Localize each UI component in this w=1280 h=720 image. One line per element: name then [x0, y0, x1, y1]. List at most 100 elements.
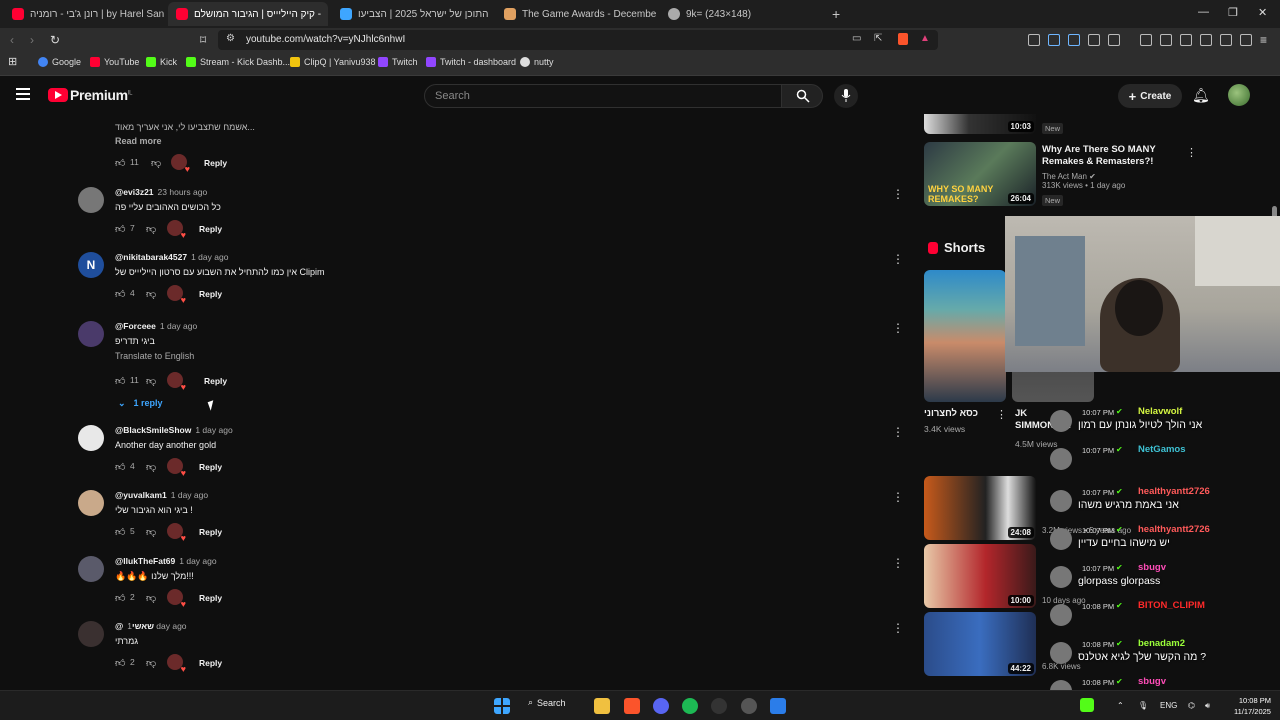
network-icon[interactable]: ⌬: [1188, 701, 1195, 710]
brave-browser-icon[interactable]: [624, 698, 640, 714]
dislike-icon[interactable]: 👎︎: [146, 461, 156, 473]
comment-time[interactable]: 1 day ago: [195, 425, 232, 435]
bookmark-twitch[interactable]: Twitch: [378, 57, 418, 67]
like-icon[interactable]: 👍︎: [115, 461, 125, 473]
microphone-tray-icon[interactable]: 🎙︎: [1138, 701, 1148, 710]
related-video[interactable]: WHY SO MANY REMAKES? 26:04 Why Are There …: [924, 142, 1280, 208]
file-explorer-icon[interactable]: [594, 698, 610, 714]
comment-more-icon[interactable]: ⋮: [892, 187, 904, 201]
comment-time[interactable]: 1 day ago: [160, 321, 197, 331]
chat-username[interactable]: healthyantt2726: [1138, 524, 1210, 535]
address-bar[interactable]: ⚙ youtube.com/watch?v=yNJhlc6nhwI ▭ ⇱ ▲: [218, 30, 938, 50]
like-icon[interactable]: 👍︎: [115, 592, 125, 604]
browser-tab[interactable]: רונן ג'בי - רומניה | by Harel Sandrusi: [4, 2, 164, 26]
comment-author[interactable]: @IlukTheFat69 1 day ago: [115, 556, 217, 566]
extension-icon[interactable]: [1108, 34, 1120, 46]
comment-time[interactable]: 23 hours ago: [158, 187, 208, 197]
chat-username[interactable]: benadam2: [1138, 638, 1185, 649]
dislike-icon[interactable]: 👎︎: [146, 657, 156, 669]
like-icon[interactable]: 👍︎: [115, 526, 125, 538]
youtube-logo-icon[interactable]: [48, 88, 68, 102]
commenter-avatar[interactable]: [78, 490, 104, 516]
dislike-icon[interactable]: 👎︎: [151, 157, 161, 169]
dislike-icon[interactable]: 👎︎: [146, 526, 156, 538]
comment-more-icon[interactable]: ⋮: [892, 425, 904, 439]
dislike-icon[interactable]: 👎︎: [146, 223, 156, 235]
commenter-avatar[interactable]: [78, 621, 104, 647]
bookmark-twitch-dashboard[interactable]: Twitch - dashboard: [426, 57, 516, 67]
comment-author[interactable]: @Forceee 1 day ago: [115, 321, 197, 331]
comment-author[interactable]: @nikitabarak4527 1 day ago: [115, 252, 228, 262]
like-icon[interactable]: 👍︎: [115, 288, 125, 300]
close-window-icon[interactable]: ✕: [1258, 6, 1267, 19]
commenter-avatar[interactable]: [78, 425, 104, 451]
taskbar-search[interactable]: ⌕ Search: [528, 697, 566, 708]
bookmark-clipq[interactable]: ClipQ | Yanivu938: [290, 57, 376, 67]
bookmark-kick-dashboard[interactable]: Stream - Kick Dashb...: [186, 57, 290, 67]
vpn-icon[interactable]: [1240, 34, 1252, 46]
read-more-link[interactable]: Read more: [115, 136, 162, 146]
media-icon[interactable]: [1160, 34, 1172, 46]
leo-ai-icon[interactable]: [1220, 34, 1232, 46]
youtube-premium-logo[interactable]: PremiumIL: [70, 87, 133, 103]
apps-grid-icon[interactable]: ⊞: [8, 55, 17, 68]
more-options-icon[interactable]: ⋮: [996, 408, 1007, 421]
more-options-icon[interactable]: ⋮: [1186, 146, 1197, 159]
commenter-avatar[interactable]: [78, 187, 104, 213]
browser-tab[interactable]: 9k= (243×148): [660, 2, 820, 26]
tray-chevron-icon[interactable]: ⌃: [1117, 701, 1124, 710]
close-tab-icon[interactable]: ✕: [327, 8, 328, 21]
steam-icon[interactable]: [741, 698, 757, 714]
extension-icon[interactable]: [1028, 34, 1040, 46]
notifications-bell-icon[interactable]: 🔔︎: [1192, 87, 1210, 104]
bookmark-kick[interactable]: Kick: [146, 57, 177, 67]
forward-icon[interactable]: ›: [30, 33, 34, 47]
site-info-icon[interactable]: ⚙: [226, 33, 235, 44]
bookmark-nutty[interactable]: nutty: [520, 57, 554, 67]
menu-icon[interactable]: ≡: [1260, 33, 1267, 47]
discord-icon[interactable]: [653, 698, 669, 714]
comment-time[interactable]: 1 day ago: [179, 556, 216, 566]
chat-username[interactable]: Nelavwolf: [1138, 406, 1182, 417]
like-icon[interactable]: 👍︎: [115, 157, 125, 169]
reply-button[interactable]: Reply: [199, 593, 222, 603]
comment-author[interactable]: @yuvalkam1 1 day ago: [115, 490, 208, 500]
comment-more-icon[interactable]: ⋮: [892, 252, 904, 266]
minimize-icon[interactable]: —: [1198, 6, 1209, 18]
language-indicator[interactable]: ENG: [1160, 701, 1177, 710]
comment-time[interactable]: 1 day ago: [171, 490, 208, 500]
obs-icon[interactable]: [711, 698, 727, 714]
chat-username[interactable]: BITON_CLIPIM: [1138, 600, 1205, 611]
comment-author[interactable]: @שאשי1 day ago: [115, 621, 187, 631]
comment-author[interactable]: @BlackSmileShow 1 day ago: [115, 425, 233, 435]
cast-icon[interactable]: ▭: [852, 33, 861, 44]
dislike-icon[interactable]: 👎︎: [146, 592, 156, 604]
download-icon[interactable]: [1140, 34, 1152, 46]
reload-icon[interactable]: ↻: [50, 33, 60, 47]
comment-time[interactable]: 1 day ago: [191, 252, 228, 262]
like-icon[interactable]: 👍︎: [115, 657, 125, 669]
sidebar-icon[interactable]: [1180, 34, 1192, 46]
browser-tab[interactable]: פרסי התוכן של ישראל 2025 | הצביעו: [332, 2, 492, 26]
comment-more-icon[interactable]: ⋮: [892, 556, 904, 570]
dislike-icon[interactable]: 👎︎: [146, 288, 156, 300]
menu-hamburger-icon[interactable]: [16, 88, 30, 100]
rewards-icon[interactable]: ▲: [920, 33, 930, 44]
back-icon[interactable]: ‹: [10, 33, 14, 47]
short-thumbnail[interactable]: [924, 270, 1006, 402]
commenter-avatar[interactable]: N: [78, 252, 104, 278]
spotify-icon[interactable]: [682, 698, 698, 714]
new-tab-button[interactable]: +: [824, 2, 848, 26]
commenter-avatar[interactable]: [78, 556, 104, 582]
comment-more-icon[interactable]: ⋮: [892, 321, 904, 335]
account-avatar[interactable]: [1228, 84, 1250, 106]
bookmark-google[interactable]: Google: [38, 57, 81, 67]
reply-button[interactable]: Reply: [204, 158, 227, 168]
translate-link[interactable]: Translate to English: [115, 351, 194, 361]
extensions-icon[interactable]: [1088, 34, 1100, 46]
reply-button[interactable]: Reply: [199, 658, 222, 668]
windows-start-icon[interactable]: [494, 698, 510, 714]
browser-tab-active[interactable]: קיק הייליייס | הגיבור המושלם - ✕: [168, 2, 328, 26]
extension-icon[interactable]: [1068, 34, 1080, 46]
chat-username[interactable]: sbugv: [1138, 676, 1166, 687]
